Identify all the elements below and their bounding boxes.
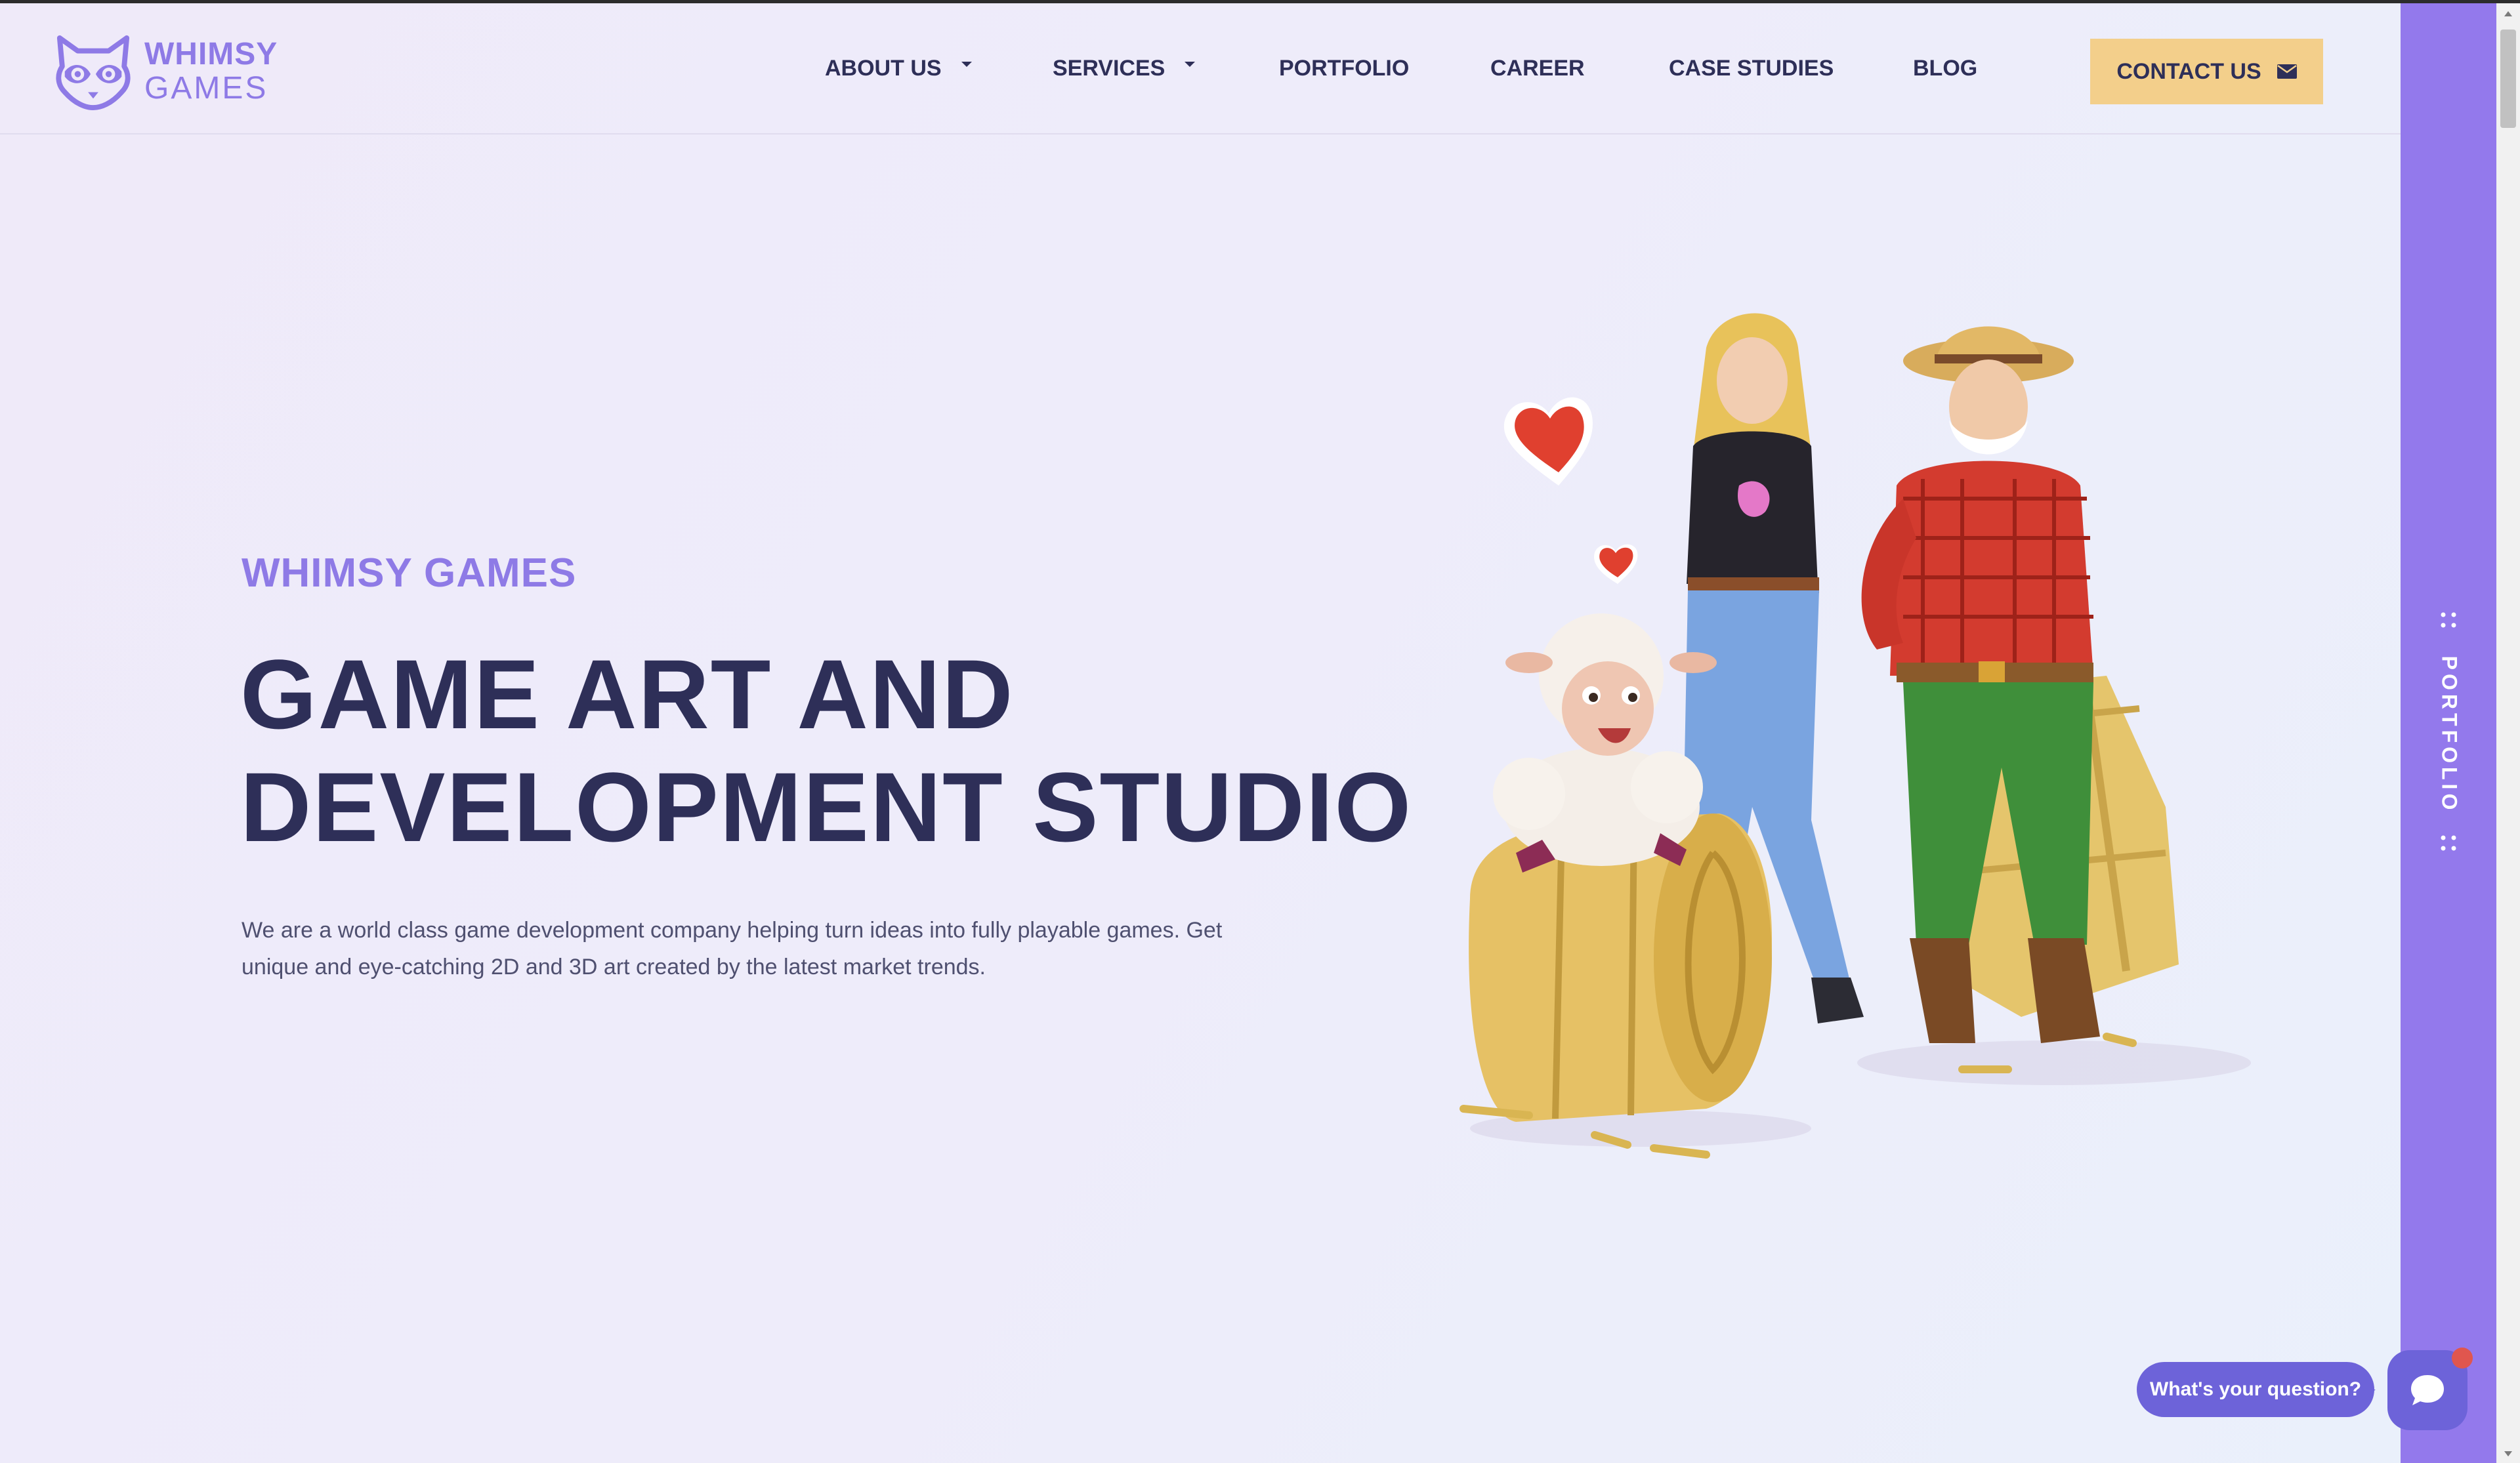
logo-wordmark-bottom: GAMES — [144, 71, 268, 106]
nav-blog[interactable]: BLOG — [1913, 3, 1977, 133]
contact-us-label: CONTACT US — [2116, 58, 2261, 84]
chat-prompt-text: What's your question? — [2149, 1378, 2362, 1400]
chevron-down-icon — [961, 62, 972, 67]
hero-eyebrow: WHIMSY GAMES — [242, 550, 577, 596]
nav-blog-label: BLOG — [1913, 55, 1978, 81]
hero-title-line-2: DEVELOPMENT STUDIO — [240, 752, 1413, 862]
nav-about-us[interactable]: ABOUT US — [825, 3, 972, 133]
sheep-character — [1493, 613, 1717, 873]
hero-description: We are a world class game development co… — [242, 918, 1223, 979]
chat-icon — [2411, 1375, 2444, 1405]
site-logo[interactable]: WHIMSY GAMES — [51, 32, 278, 111]
portfolio-side-tab[interactable]: PORTFOLIO — [2401, 3, 2496, 1463]
hero-title: GAME ART AND DEVELOPMENT STUDIO — [240, 638, 1412, 863]
notification-dot — [2452, 1348, 2473, 1369]
chat-prompt-bubble[interactable]: What's your question? — [2137, 1362, 2374, 1417]
heart-icon-small — [1594, 544, 1638, 584]
mail-icon — [2277, 64, 2297, 79]
nav-case-studies[interactable]: CASE STUDIES — [1669, 3, 1834, 133]
nav-career-label: CAREER — [1490, 55, 1585, 81]
site-header: WHIMSY GAMES ABOUT US SERVICES PORTFOLIO… — [0, 3, 2401, 134]
scroll-up-icon[interactable] — [2504, 11, 2512, 16]
scroll-down-icon[interactable] — [2504, 1451, 2512, 1456]
contact-us-button[interactable]: CONTACT US — [2090, 39, 2323, 104]
chat-bubble-tail — [2361, 1390, 2376, 1401]
nav-about-us-label: ABOUT US — [825, 55, 942, 81]
heart-icon-large — [1503, 397, 1593, 485]
page-scrollbar[interactable] — [2496, 3, 2520, 1463]
nav-case-studies-label: CASE STUDIES — [1669, 55, 1834, 81]
logo-wordmark-top: WHIMSY — [144, 37, 278, 72]
nav-services[interactable]: SERVICES — [1053, 3, 1196, 133]
side-tab-label: PORTFOLIO — [2437, 655, 2462, 814]
nav-portfolio[interactable]: PORTFOLIO — [1279, 3, 1409, 133]
scrollbar-thumb[interactable] — [2500, 30, 2516, 128]
farm-characters-illustration — [1460, 313, 2251, 1159]
raccoon-logo-icon — [56, 35, 131, 110]
chevron-down-icon — [1185, 62, 1196, 67]
nav-services-label: SERVICES — [1053, 55, 1166, 81]
nav-career[interactable]: CAREER — [1490, 3, 1585, 133]
grip-dots-icon — [2441, 612, 2456, 628]
grip-dots-icon — [2441, 835, 2456, 851]
nav-portfolio-label: PORTFOLIO — [1279, 55, 1410, 81]
hero-title-line-1: GAME ART AND — [240, 639, 1015, 749]
